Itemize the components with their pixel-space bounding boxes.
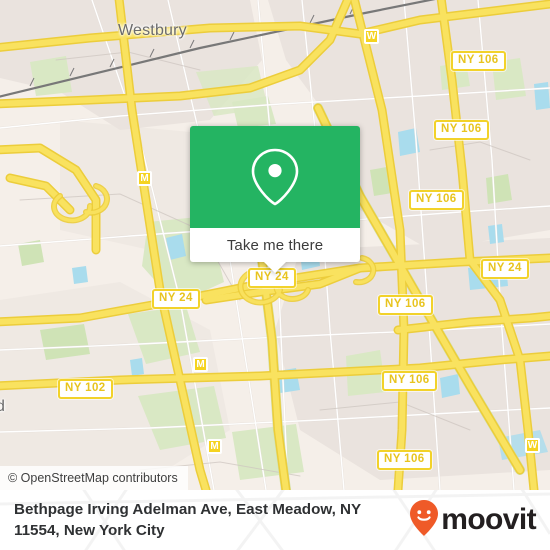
map-screenshot: .bg { fill:#f5efe9; } .built { fill:#eae… [0,0,550,550]
place-label-westbury: Westbury [118,22,187,39]
place-label-truncated: d [0,398,6,415]
road-shield[interactable]: NY 102 [58,379,113,399]
road-shield[interactable]: NY 106 [434,120,489,140]
map-canvas[interactable]: .bg { fill:#f5efe9; } .built { fill:#eae… [0,0,550,490]
transit-marker-m[interactable]: M [137,171,152,186]
road-shield[interactable]: NY 106 [451,51,506,71]
moovit-logo[interactable]: moovit [409,499,537,542]
transit-marker-w[interactable]: W [364,29,379,44]
map-pin-icon [249,146,301,208]
moovit-wordmark: moovit [441,503,536,536]
popup-tail [264,262,286,273]
footer-bar: Bethpage Irving Adelman Ave, East Meadow… [0,490,550,550]
road-shield[interactable]: NY 106 [377,450,432,470]
road-shield[interactable]: NY 24 [152,289,200,309]
location-popup-card[interactable]: Take me there [190,126,360,273]
address-text: Bethpage Irving Adelman Ave, East Meadow… [14,501,361,539]
popup-header [190,126,360,228]
transit-marker-m[interactable]: M [193,357,208,372]
transit-marker-m[interactable]: M [207,439,222,454]
road-shield[interactable]: NY 106 [378,295,433,315]
moovit-pin-icon [409,499,439,542]
road-shield[interactable]: NY 106 [382,371,437,391]
road-shield[interactable]: NY 106 [409,190,464,210]
take-me-there-button[interactable]: Take me there [190,228,360,262]
road-shield[interactable]: NY 24 [481,259,529,279]
map-attribution[interactable]: © OpenStreetMap contributors [0,466,188,490]
transit-marker-w[interactable]: W [525,438,540,453]
